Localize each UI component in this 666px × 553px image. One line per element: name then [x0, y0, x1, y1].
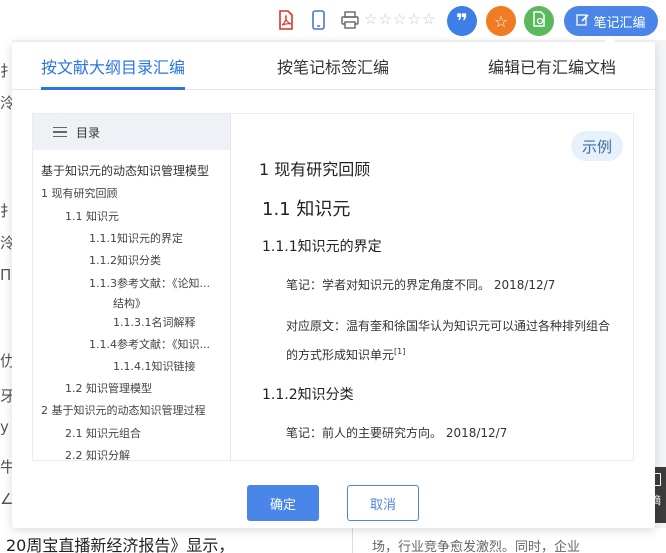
dialog-tabs: 按文献大纲目录汇编 按笔记标签汇编 编辑已有汇编文档	[12, 42, 655, 90]
section-heading: 1.1 知识元	[262, 199, 351, 220]
toc-item[interactable]: 1.1.1知识元的界定	[89, 230, 183, 246]
pdf-icon[interactable]	[277, 8, 295, 32]
phone-icon[interactable]	[310, 8, 326, 32]
toc-item[interactable]: 2.1 知识元组合	[65, 425, 141, 441]
compile-preview: 目录 基于知识元的动态知识管理模型 1 现有研究回顾 1.1 知识元 1.1.1…	[32, 113, 634, 461]
export-doc-button[interactable]	[524, 6, 554, 36]
tab-edit-existing[interactable]: 编辑已有汇编文档	[488, 54, 616, 78]
original-quote-text: 对应原文：温有奎和徐国华认为知识元可以通过各种排列组合的方式形成知识单元	[286, 319, 611, 362]
page-toolbar: ☆ ☆ ☆ ☆ ☆ ❞ ☆ 笔记汇编	[0, 0, 666, 40]
print-icon[interactable]	[340, 8, 360, 32]
reference-marker[interactable]: [1]	[394, 347, 405, 356]
star-icon[interactable]: ☆	[407, 10, 420, 28]
notes-compile-dialog: 按文献大纲目录汇编 按笔记标签汇编 编辑已有汇编文档 目录 基于知识元的动态知识…	[12, 42, 655, 528]
toc-item[interactable]: 2 基于知识元的动态知识管理过程	[41, 402, 206, 418]
note-text: 笔记：学者对知识元的界定角度不同。 2018/12/7	[286, 278, 556, 292]
article-preview: 示例 1 现有研究回顾 1.1 知识元 1.1.1知识元的界定 笔记：学者对知识…	[232, 114, 633, 460]
background-text-column: 扌 泠 扌 泠 Π 仂 牙 y 牛 ∠	[0, 40, 15, 553]
toc-item[interactable]: 基于知识元的动态知识管理模型	[41, 162, 209, 179]
star-icon[interactable]: ☆	[393, 10, 406, 28]
list-icon	[53, 126, 67, 138]
toc-item[interactable]: 结构》	[113, 295, 146, 311]
rating-stars[interactable]: ☆ ☆ ☆ ☆ ☆	[364, 10, 435, 28]
toc-item[interactable]: 1.2 知识管理模型	[65, 380, 152, 396]
notes-compile-label: 笔记汇编	[593, 15, 646, 31]
note-text: 笔记：前人的主要研究方向。 2018/12/7	[286, 426, 508, 440]
toc-title: 目录	[76, 125, 101, 140]
background-article-text: 20周宝直播新经济报告》显示， 场，行业竞争愈发激烈。同时，企业	[0, 528, 666, 553]
confirm-button[interactable]: 确定	[247, 485, 319, 521]
tab-outline-compile[interactable]: 按文献大纲目录汇编	[41, 54, 185, 78]
toc-item[interactable]: 1.1.2知识分类	[89, 252, 161, 268]
quote-button[interactable]: ❞	[447, 6, 477, 36]
toc-item[interactable]: 1 现有研究回顾	[41, 185, 118, 201]
toc-item[interactable]: 1.1 知识元	[65, 208, 119, 224]
chapter-heading: 1 现有研究回顾	[259, 160, 371, 179]
subsection-heading: 1.1.2知识分类	[262, 387, 354, 403]
star-outline-icon: ☆	[493, 11, 509, 31]
star-icon[interactable]: ☆	[378, 10, 391, 28]
toc-header: 目录	[33, 114, 230, 150]
bg-text-right: 场，行业竞争愈发激烈。同时，企业	[372, 540, 581, 553]
bg-text-left: 20周宝直播新经济报告》显示，	[6, 536, 235, 553]
bg-char: Π	[0, 266, 12, 284]
toc-item[interactable]: 1.1.4.1知识链接	[113, 358, 195, 374]
tab-tag-compile[interactable]: 按笔记标签汇编	[277, 54, 389, 78]
bg-char: y	[0, 418, 9, 436]
original-quote: 对应原文：温有奎和徐国华认为知识元可以通过各种排列组合的方式形成知识单元[1]	[286, 313, 616, 368]
active-tab-indicator	[41, 87, 185, 90]
star-icon[interactable]: ☆	[422, 10, 435, 28]
doc-icon	[532, 11, 546, 31]
star-icon[interactable]: ☆	[364, 10, 377, 28]
cancel-button[interactable]: 取消	[347, 485, 419, 521]
toc-item[interactable]: 1.1.4参考文献：《知识...	[89, 336, 210, 352]
column-divider	[352, 528, 353, 553]
edit-icon	[576, 13, 590, 30]
quote-icon: ❞	[456, 9, 468, 33]
toc-item[interactable]: 2.2 知识分解	[65, 447, 130, 460]
toc-item[interactable]: 1.1.3参考文献：《论知...	[89, 275, 210, 291]
subsection-heading: 1.1.1知识元的界定	[262, 239, 382, 255]
notes-compile-button[interactable]: 笔记汇编	[564, 6, 658, 36]
favorite-button[interactable]: ☆	[486, 6, 516, 36]
toc-item[interactable]: 1.1.3.1名词解释	[113, 314, 195, 330]
example-badge: 示例	[571, 131, 623, 161]
popover-arrow	[603, 36, 617, 43]
toc-panel: 目录 基于知识元的动态知识管理模型 1 现有研究回顾 1.1 知识元 1.1.1…	[33, 114, 231, 460]
